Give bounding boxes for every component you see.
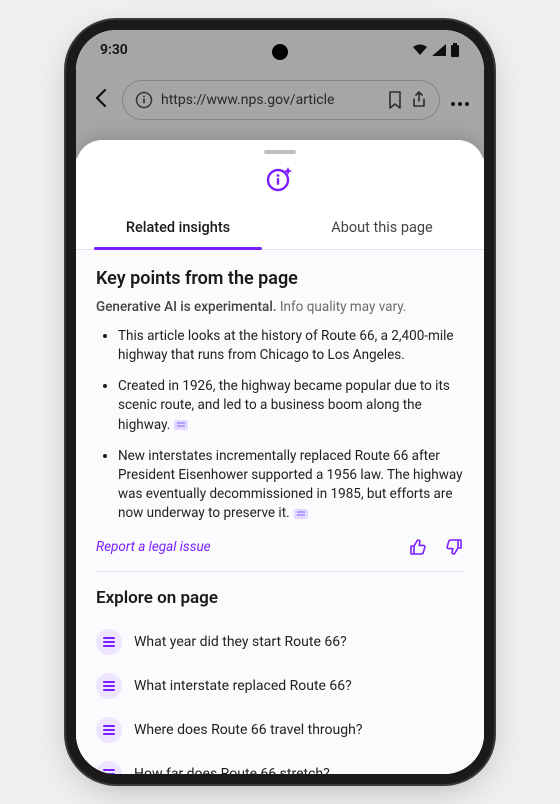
question-text: What interstate replaced Route 66? <box>134 678 352 694</box>
signal-icon <box>432 44 446 56</box>
share-icon[interactable] <box>411 91 427 109</box>
status-icons <box>412 43 460 57</box>
feedback-row: Report a legal issue <box>96 537 464 572</box>
overflow-menu-button[interactable] <box>450 88 470 112</box>
point-text: This article looks at the history of Rou… <box>118 328 454 363</box>
point-text: Created in 1926, the highway became popu… <box>118 378 450 432</box>
list-icon <box>96 761 122 774</box>
list-icon <box>96 629 122 655</box>
status-time: 9:30 <box>100 42 128 58</box>
ai-disclaimer: Generative AI is experimental. Info qual… <box>96 299 464 315</box>
tab-related-insights[interactable]: Related insights <box>76 206 280 249</box>
phone-frame: 9:30 https://www.nps.gov/article <box>76 30 484 774</box>
bookmark-icon[interactable] <box>387 91 403 109</box>
sheet-body: Key points from the page Generative AI i… <box>76 250 484 774</box>
drag-handle[interactable] <box>264 150 296 154</box>
question-row[interactable]: Where does Route 66 travel through? <box>96 708 464 752</box>
front-camera <box>272 44 288 60</box>
list-icon <box>96 717 122 743</box>
disclaimer-rest: Info quality may vary. <box>277 299 407 315</box>
tab-about-this-page[interactable]: About this page <box>280 206 484 249</box>
disclaimer-bold: Generative AI is experimental. <box>96 299 277 315</box>
question-text: What year did they start Route 66? <box>134 634 347 650</box>
url-text: https://www.nps.gov/article <box>161 92 379 108</box>
list-item: This article looks at the history of Rou… <box>118 327 464 365</box>
question-text: Where does Route 66 travel through? <box>134 722 362 738</box>
point-text: New interstates incrementally replaced R… <box>118 448 462 521</box>
citation-chip[interactable] <box>174 420 188 430</box>
list-item: New interstates incrementally replaced R… <box>118 447 464 524</box>
list-item: Created in 1926, the highway became popu… <box>118 377 464 434</box>
report-legal-issue-link[interactable]: Report a legal issue <box>96 539 211 555</box>
screen: 9:30 https://www.nps.gov/article <box>76 30 484 774</box>
sheet-tabs: Related insights About this page <box>76 206 484 250</box>
key-points-heading: Key points from the page <box>96 268 464 289</box>
question-row[interactable]: How far does Route 66 stretch? <box>96 752 464 774</box>
citation-chip[interactable] <box>294 509 308 519</box>
thumbs-down-icon[interactable] <box>444 537 464 557</box>
explore-heading: Explore on page <box>96 588 464 608</box>
battery-icon <box>450 43 460 57</box>
insights-bottom-sheet: Related insights About this page Key poi… <box>76 140 484 774</box>
sparkle-info-icon <box>265 164 295 194</box>
back-button[interactable] <box>90 88 112 113</box>
list-icon <box>96 673 122 699</box>
wifi-icon <box>412 44 428 56</box>
browser-toolbar: https://www.nps.gov/article <box>76 70 484 130</box>
key-points-list: This article looks at the history of Rou… <box>96 327 464 523</box>
thumbs-up-icon[interactable] <box>408 537 428 557</box>
question-row[interactable]: What year did they start Route 66? <box>96 620 464 664</box>
question-row[interactable]: What interstate replaced Route 66? <box>96 664 464 708</box>
info-icon <box>135 91 153 109</box>
question-text: How far does Route 66 stretch? <box>134 766 330 774</box>
sheet-header-icon <box>76 164 484 194</box>
feedback-buttons <box>408 537 464 557</box>
address-bar[interactable]: https://www.nps.gov/article <box>122 80 440 120</box>
